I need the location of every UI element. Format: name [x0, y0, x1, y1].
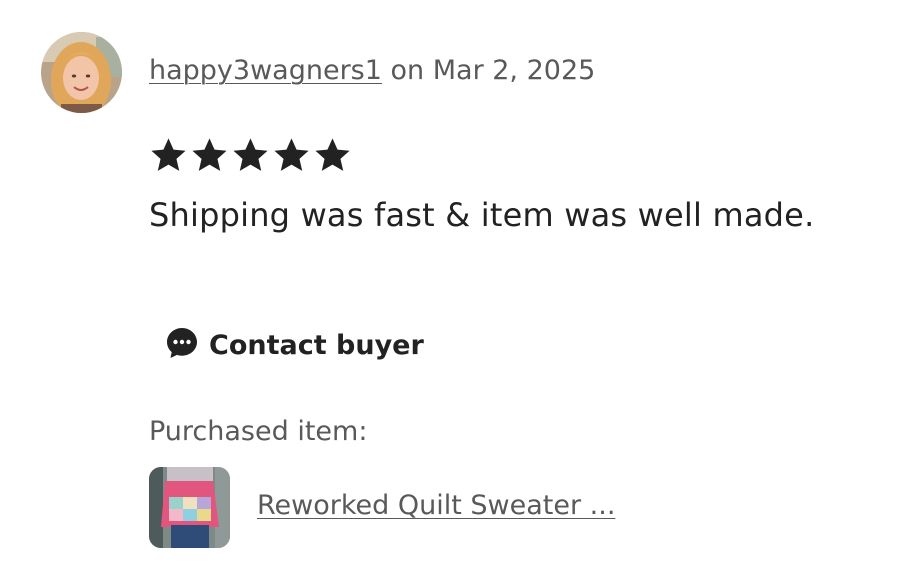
- reviewer-username-link[interactable]: happy3wagners1: [149, 55, 382, 86]
- item-thumbnail[interactable]: [149, 467, 230, 548]
- review-meta: happy3wagners1 on Mar 2, 2025: [149, 51, 595, 91]
- contact-buyer-button[interactable]: Contact buyer: [164, 323, 424, 367]
- star-icon: [231, 133, 270, 177]
- avatar[interactable]: [41, 32, 122, 113]
- star-rating: [149, 133, 352, 177]
- purchased-item-label: Purchased item:: [149, 416, 368, 447]
- contact-buyer-label: Contact buyer: [209, 329, 424, 361]
- star-icon: [149, 133, 188, 177]
- review-card: happy3wagners1 on Mar 2, 2025 Shipping w…: [0, 0, 909, 574]
- review-date: on Mar 2, 2025: [381, 55, 596, 86]
- star-icon: [313, 133, 352, 177]
- review-text: Shipping was fast & item was well made.: [149, 196, 815, 234]
- star-icon: [272, 133, 311, 177]
- purchased-item-link[interactable]: Reworked Quilt Sweater ...: [257, 486, 615, 526]
- chat-bubble-icon: [164, 325, 200, 365]
- star-icon: [190, 133, 229, 177]
